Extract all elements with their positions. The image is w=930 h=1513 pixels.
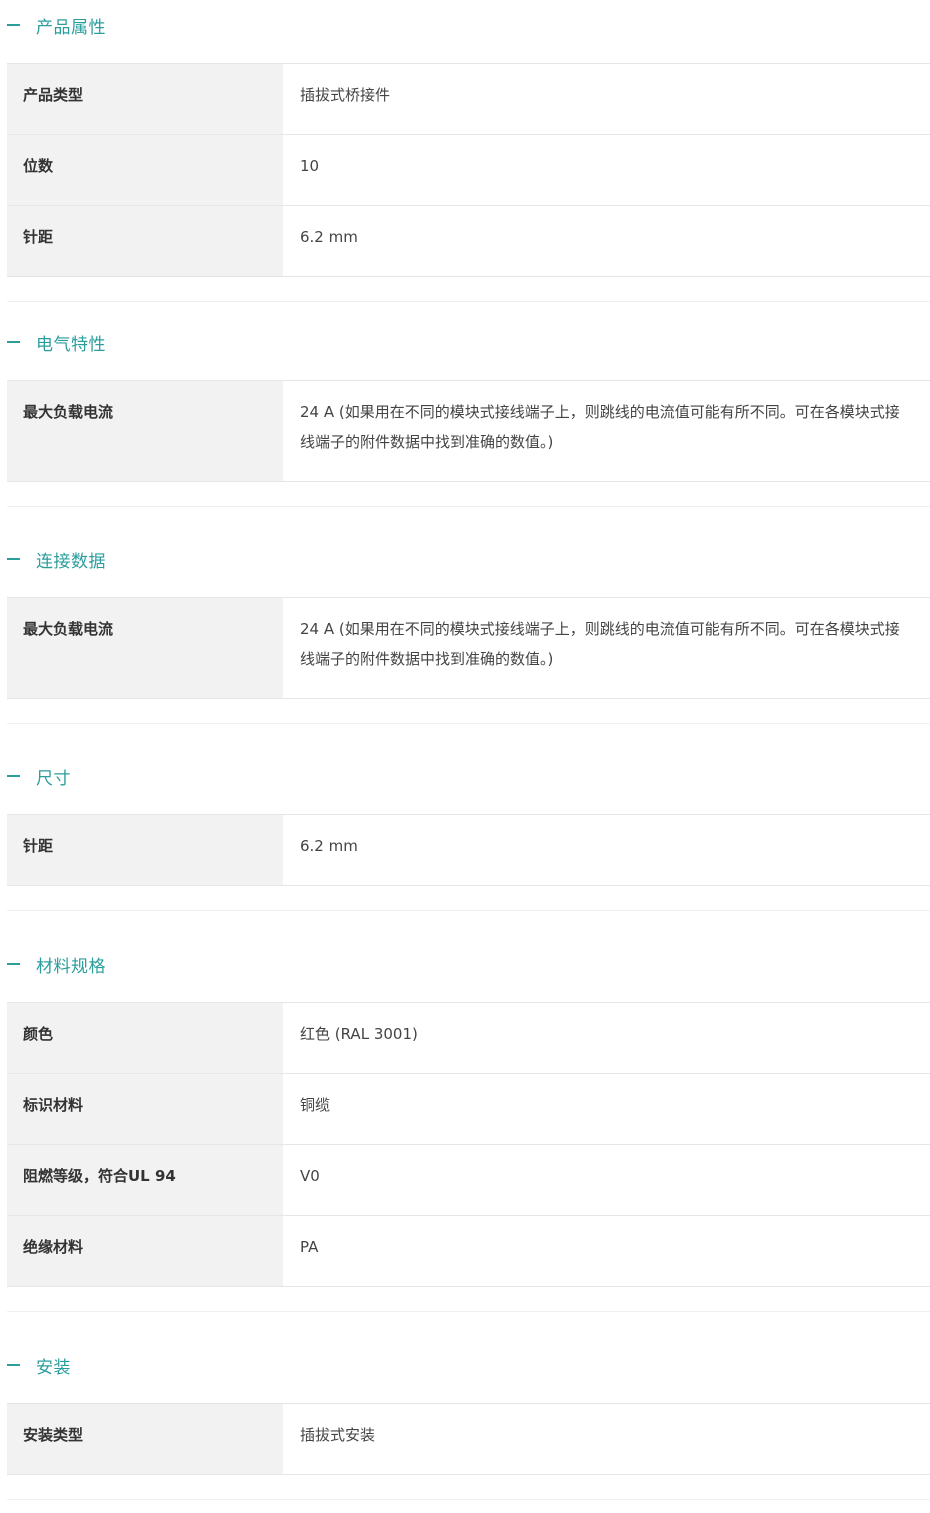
spec-label: 绝缘材料: [7, 1216, 283, 1286]
collapse-minus-icon[interactable]: [7, 1364, 20, 1366]
table-row: 最大负载电流 24 A (如果用在不同的模块式接线端子上，则跳线的电流值可能有所…: [7, 598, 930, 699]
spec-label: 针距: [7, 206, 283, 276]
collapse-minus-icon[interactable]: [7, 341, 20, 343]
spec-value: 插拔式安装: [300, 1426, 376, 1444]
spec-label: 标识材料: [7, 1074, 283, 1144]
table-row: 位数 10: [7, 135, 930, 206]
table-row: 阻燃等级，符合UL 94 V0: [7, 1145, 930, 1216]
table-row: 安装类型 插拔式安装: [7, 1404, 930, 1475]
spec-value: 24 A (如果用在不同的模块式接线端子上，则跳线的电流值可能有所不同。可在各模…: [300, 620, 900, 668]
table-row: 产品类型 插拔式桥接件: [7, 64, 930, 135]
section-divider: [7, 1311, 930, 1312]
spec-label: 颜色: [7, 1003, 283, 1073]
section-electrical: 电气特性 最大负载电流 24 A (如果用在不同的模块式接线端子上，则跳线的电流…: [0, 317, 930, 520]
collapse-minus-icon[interactable]: [7, 963, 20, 965]
spec-table: 最大负载电流 24 A (如果用在不同的模块式接线端子上，则跳线的电流值可能有所…: [7, 597, 930, 699]
spec-value: 插拔式桥接件: [300, 86, 391, 104]
table-row: 标识材料 铜缆: [7, 1074, 930, 1145]
spec-value: V0: [300, 1167, 320, 1185]
spec-table: 产品类型 插拔式桥接件 位数 10 针距 6.2 mm: [7, 63, 930, 277]
section-header-electrical[interactable]: 电气特性: [0, 317, 930, 367]
spec-label: 位数: [7, 135, 283, 205]
spec-value: 铜缆: [300, 1096, 331, 1114]
spec-value: 红色 (RAL 3001): [300, 1025, 418, 1043]
table-row: 针距 6.2 mm: [7, 815, 930, 886]
section-product-properties: 产品属性 产品类型 插拔式桥接件 位数 10 针距 6.2 mm: [0, 0, 930, 303]
section-title: 安装: [36, 1357, 71, 1378]
collapse-minus-icon[interactable]: [7, 558, 20, 560]
section-divider: [7, 506, 930, 507]
spec-table: 针距 6.2 mm: [7, 814, 930, 886]
spec-label: 针距: [7, 815, 283, 885]
spec-value: 10: [300, 157, 320, 175]
table-row: 最大负载电流 24 A (如果用在不同的模块式接线端子上，则跳线的电流值可能有所…: [7, 381, 930, 482]
section-divider: [7, 723, 930, 724]
section-materials: 材料规格 颜色 红色 (RAL 3001) 标识材料 铜缆 阻燃等级，符合UL …: [0, 939, 930, 1326]
section-divider: [7, 1499, 930, 1500]
section-title: 电气特性: [36, 334, 106, 355]
collapse-minus-icon[interactable]: [7, 24, 20, 26]
table-row: 针距 6.2 mm: [7, 206, 930, 277]
table-row: 绝缘材料 PA: [7, 1216, 930, 1287]
section-title: 产品属性: [36, 17, 106, 38]
spec-page: 产品属性 产品类型 插拔式桥接件 位数 10 针距 6.2 mm 电气特性 最大…: [0, 0, 930, 1513]
spec-table: 最大负载电流 24 A (如果用在不同的模块式接线端子上，则跳线的电流值可能有所…: [7, 380, 930, 482]
spec-label: 安装类型: [7, 1404, 283, 1474]
section-connection: 连接数据 最大负载电流 24 A (如果用在不同的模块式接线端子上，则跳线的电流…: [0, 534, 930, 737]
section-dimensions: 尺寸 针距 6.2 mm: [0, 751, 930, 925]
section-title: 连接数据: [36, 551, 106, 572]
spec-label: 阻燃等级，符合UL 94: [7, 1145, 283, 1215]
spec-value: 6.2 mm: [300, 228, 358, 246]
section-header-installation[interactable]: 安装: [0, 1340, 930, 1390]
spec-label: 最大负载电流: [7, 598, 283, 698]
spec-value: PA: [300, 1238, 319, 1256]
spec-label: 产品类型: [7, 64, 283, 134]
spec-table: 安装类型 插拔式安装: [7, 1403, 930, 1475]
section-installation: 安装 安装类型 插拔式安装: [0, 1340, 930, 1513]
spec-label: 最大负载电流: [7, 381, 283, 481]
collapse-minus-icon[interactable]: [7, 775, 20, 777]
section-divider: [7, 301, 930, 302]
section-title: 尺寸: [36, 768, 71, 789]
table-row: 颜色 红色 (RAL 3001): [7, 1003, 930, 1074]
spec-table: 颜色 红色 (RAL 3001) 标识材料 铜缆 阻燃等级，符合UL 94 V0…: [7, 1002, 930, 1287]
section-title: 材料规格: [36, 956, 106, 977]
spec-value: 6.2 mm: [300, 837, 358, 855]
section-divider: [7, 910, 930, 911]
section-header-product-properties[interactable]: 产品属性: [0, 0, 930, 50]
section-header-materials[interactable]: 材料规格: [0, 939, 930, 989]
spec-value: 24 A (如果用在不同的模块式接线端子上，则跳线的电流值可能有所不同。可在各模…: [300, 403, 900, 451]
section-header-connection[interactable]: 连接数据: [0, 534, 930, 584]
section-header-dimensions[interactable]: 尺寸: [0, 751, 930, 801]
